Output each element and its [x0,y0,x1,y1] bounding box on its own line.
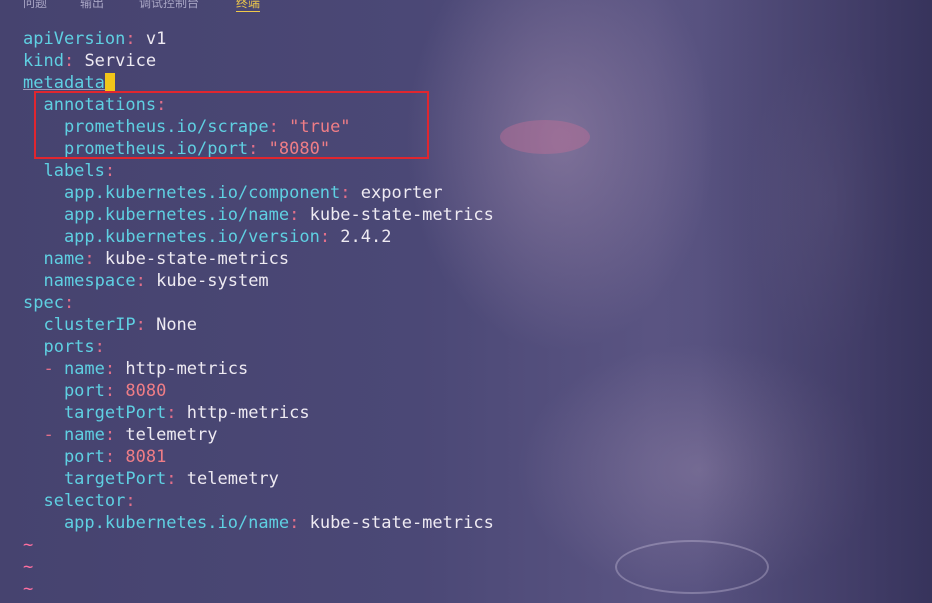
code-line: - name: http-metrics [23,358,248,380]
empty-line-tilde: ~ [23,557,34,577]
yaml-key: app.kubernetes.io/name [23,513,290,533]
code-line: clusterIP: None [23,314,197,336]
yaml-key: targetPort [23,469,167,489]
yaml-key: name [63,425,105,445]
code-line: targetPort: http-metrics [23,402,310,424]
yaml-number-value: 8080 [115,381,167,401]
yaml-colon: : [63,51,75,71]
yaml-colon: : [104,359,116,379]
yaml-value: http-metrics [115,359,249,379]
yaml-key: selector [23,491,126,511]
yaml-key: name [23,249,85,269]
empty-line-tilde: ~ [23,535,34,555]
yaml-key: metadata [23,73,105,93]
code-line: targetPort: telemetry [23,468,279,490]
code-line: app.kubernetes.io/name: kube-state-metri… [23,512,494,534]
code-line: app.kubernetes.io/version: 2.4.2 [23,226,392,248]
yaml-colon: : [104,161,116,181]
yaml-key: port [23,381,105,401]
yaml-key: apiVersion [23,29,126,49]
yaml-value: kube-state-metrics [299,513,494,533]
yaml-number-value: 8081 [115,447,167,467]
yaml-colon: : [104,381,116,401]
yaml-key: port [23,447,105,467]
code-line: labels: [23,160,115,182]
yaml-key: labels [23,161,105,181]
yaml-key: app.kubernetes.io/version [23,227,320,247]
yaml-value: 2.4.2 [330,227,392,247]
tab-output[interactable]: 输出 [80,0,104,11]
code-line: ports: [23,336,105,358]
yaml-value: http-metrics [176,403,310,423]
yaml-colon: : [289,513,300,533]
code-line: selector: [23,490,136,512]
yaml-colon: : [84,249,95,269]
yaml-colon: : [94,337,105,357]
text-cursor [104,73,115,91]
yaml-colon: : [135,271,146,291]
yaml-value: None [145,315,198,335]
yaml-colon: : [319,227,331,247]
code-line: kind: Service [23,50,156,72]
code-line: app.kubernetes.io/component: exporter [23,182,443,204]
code-line: - name: telemetry [23,424,218,446]
yaml-colon: : [63,293,75,313]
yaml-key: ports [23,337,95,357]
code-line: app.kubernetes.io/name: kube-state-metri… [23,204,494,226]
empty-line-tilde: ~ [23,579,34,599]
yaml-colon: : [340,183,351,203]
yaml-colon: : [104,447,116,467]
yaml-colon: : [166,403,177,423]
yaml-value: kube-state-metrics [94,249,290,269]
yaml-key: spec [23,293,64,313]
yaml-list-dash: - [23,425,64,445]
code-line: port: 8080 [23,380,166,402]
code-line: namespace: kube-system [23,270,269,292]
yaml-key: app.kubernetes.io/component [23,183,341,203]
yaml-value: kube-system [145,271,269,291]
code-line: apiVersion: v1 [23,28,166,50]
yaml-colon: : [135,315,146,335]
yaml-colon: : [166,469,177,489]
yaml-colon: : [104,425,116,445]
yaml-value: telemetry [115,425,218,445]
yaml-value: exporter [350,183,443,203]
panel-tab-bar: 问题 输出 调试控制台 终端 [0,0,932,14]
code-line: name: kube-state-metrics [23,248,289,270]
yaml-key: kind [23,51,64,71]
yaml-value: Service [74,51,157,71]
yaml-colon: : [125,29,136,49]
tab-terminal[interactable]: 终端 [236,0,261,12]
code-line: spec: [23,292,74,314]
yaml-key: targetPort [23,403,167,423]
yaml-key: clusterIP [23,315,136,335]
yaml-list-dash: - [23,359,64,379]
tab-debug-console[interactable]: 调试控制台 [139,0,199,11]
yaml-key: name [63,359,105,379]
yaml-value: v1 [135,29,167,49]
yaml-key: namespace [23,271,136,291]
tab-problems[interactable]: 问题 [23,0,47,11]
yaml-value: telemetry [176,469,279,489]
annotation-highlight-box [34,91,429,159]
yaml-colon: : [289,205,300,225]
yaml-value: kube-state-metrics [299,205,494,225]
code-line: port: 8081 [23,446,166,468]
yaml-key: app.kubernetes.io/name [23,205,290,225]
yaml-colon: : [125,491,136,511]
